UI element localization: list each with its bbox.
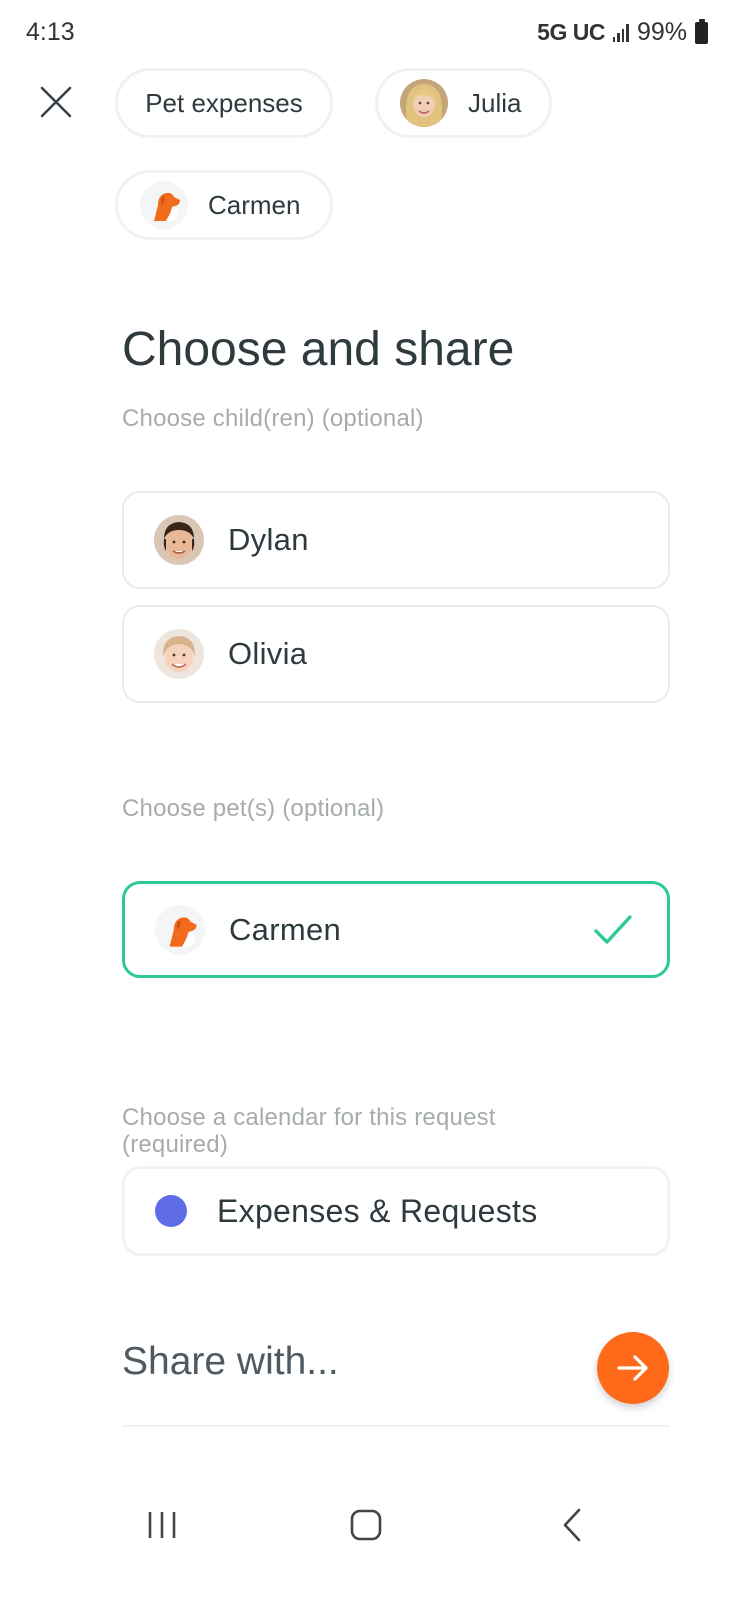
system-nav-bar (0, 1480, 746, 1570)
page-title: Choose and share (122, 323, 515, 376)
chip-pet-label: Carmen (208, 189, 301, 220)
close-button[interactable] (36, 82, 76, 122)
child-name: Dylan (228, 522, 309, 557)
divider (122, 1425, 670, 1427)
calendar-name: Expenses & Requests (217, 1192, 538, 1229)
recents-icon (148, 1512, 176, 1538)
child-name: Olivia (228, 636, 308, 671)
status-indicators: 5G UC 99% (537, 18, 708, 47)
dog-icon (155, 904, 205, 955)
battery-icon (695, 18, 708, 44)
status-time: 4:13 (26, 18, 75, 46)
close-icon (40, 86, 72, 118)
avatar (400, 79, 448, 127)
chip-category[interactable]: Pet expenses (115, 68, 333, 138)
child-option-olivia[interactable]: Olivia (122, 605, 670, 703)
pet-name: Carmen (229, 911, 342, 947)
back-button[interactable] (548, 1502, 598, 1548)
pet-option-carmen[interactable]: Carmen (122, 881, 670, 978)
pets-section-label: Choose pet(s) (optional) (122, 795, 385, 822)
avatar (154, 515, 204, 565)
home-button[interactable] (341, 1502, 391, 1548)
recents-button[interactable] (137, 1502, 187, 1548)
dog-icon (140, 181, 188, 229)
back-icon (563, 1508, 581, 1542)
status-bar: 4:13 5G UC 99% (0, 0, 746, 66)
share-with-label: Share with... (122, 1340, 339, 1383)
calendar-select[interactable]: Expenses & Requests (122, 1166, 670, 1256)
next-button[interactable] (597, 1332, 669, 1404)
avatar (154, 629, 204, 679)
calendar-section-label: Choose a calendar for this request (requ… (122, 1104, 496, 1158)
calendar-color-dot (155, 1195, 187, 1227)
check-icon (594, 915, 632, 944)
chip-person-label: Julia (468, 87, 522, 118)
chip-pet[interactable]: Carmen (115, 170, 333, 240)
chip-category-label: Pet expenses (145, 87, 303, 118)
chip-person[interactable]: Julia (375, 68, 552, 138)
arrow-right-icon (617, 1355, 648, 1381)
network-type: 5G UC (537, 19, 605, 45)
child-option-dylan[interactable]: Dylan (122, 491, 670, 589)
children-section-label: Choose child(ren) (optional) (122, 405, 424, 432)
battery-percent: 99% (636, 18, 687, 46)
signal-icon (612, 23, 629, 42)
home-icon (350, 1509, 382, 1541)
